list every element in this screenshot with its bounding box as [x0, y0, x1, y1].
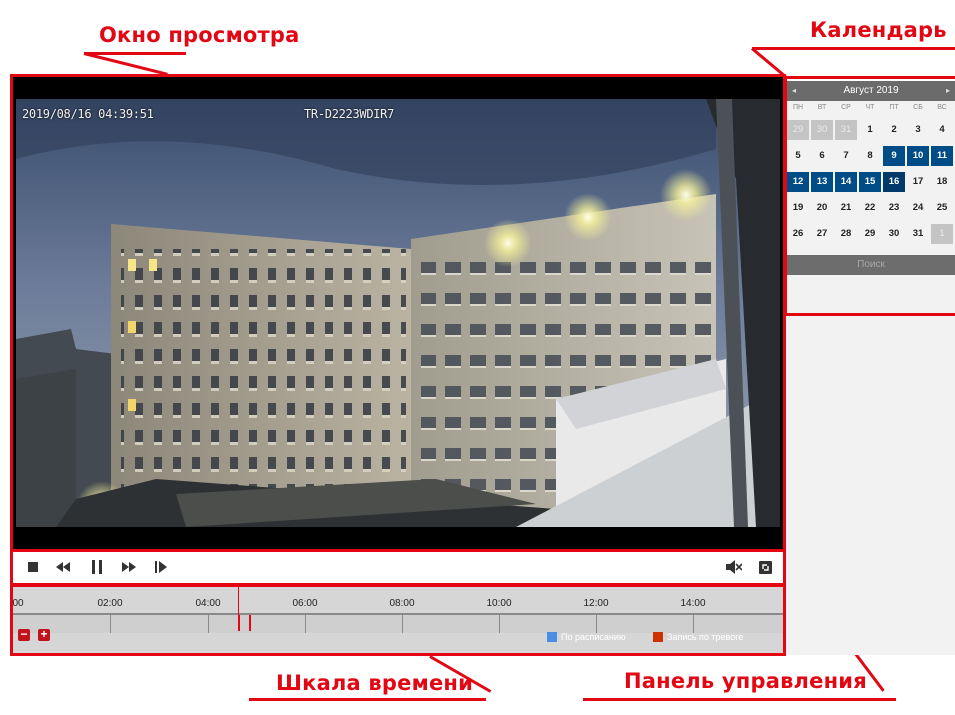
calendar-weekday: ПН — [792, 104, 804, 111]
callout-line — [751, 47, 787, 78]
calendar-day[interactable]: 26 — [787, 224, 809, 244]
calendar-day[interactable]: 19 — [787, 198, 809, 218]
calendar-day[interactable]: 11 — [931, 146, 953, 166]
track-tick — [305, 615, 306, 633]
timeline-tick-label: 04:00 — [195, 598, 221, 609]
calendar-day[interactable]: 24 — [907, 198, 929, 218]
callout-line — [249, 698, 486, 701]
side-panel — [785, 314, 955, 655]
timeline-tick-label: 00 — [12, 598, 24, 609]
calendar-day[interactable]: 30 — [811, 120, 833, 140]
calendar-day[interactable]: 12 — [787, 172, 809, 192]
callout-line — [583, 698, 896, 701]
calendar-day[interactable]: 13 — [811, 172, 833, 192]
callout-timeline: Шкала времени — [276, 671, 474, 695]
calendar-day[interactable]: 15 — [859, 172, 881, 192]
track-tick — [693, 615, 694, 633]
zoom-out-button[interactable]: − — [18, 628, 30, 641]
calendar-weekday: ЧТ — [865, 104, 875, 111]
callout-line — [83, 52, 168, 76]
calendar-day[interactable]: 29 — [787, 120, 809, 140]
rewind-icon[interactable] — [54, 558, 72, 576]
calendar-day[interactable]: 1 — [931, 224, 953, 244]
calendar-day[interactable]: 5 — [787, 146, 809, 166]
timeline-cursor[interactable] — [238, 585, 239, 631]
track-tick — [110, 615, 111, 633]
calendar-day[interactable]: 4 — [931, 120, 953, 140]
pause-icon[interactable] — [88, 558, 106, 576]
timeline-tick-label: 10:00 — [486, 598, 512, 609]
camera-scene-image — [16, 99, 780, 527]
calendar-day[interactable]: 29 — [859, 224, 881, 244]
callout-control-panel: Панель управления — [624, 669, 867, 693]
calendar-header: Август 2019 — [787, 81, 955, 101]
timeline-tick-label: 14:00 — [680, 598, 706, 609]
calendar-day[interactable]: 7 — [835, 146, 857, 166]
legend-alarm-swatch — [653, 632, 663, 642]
calendar-day[interactable]: 16 — [883, 172, 905, 192]
calendar-day[interactable]: 10 — [907, 146, 929, 166]
callout-line — [84, 52, 186, 55]
calendar-day[interactable]: 1 — [859, 120, 881, 140]
playback-controls — [12, 549, 783, 585]
calendar-day[interactable]: 17 — [907, 172, 929, 192]
search-button[interactable]: Поиск — [787, 255, 955, 275]
video-timestamp: 2019/08/16 04:39:51 — [22, 107, 154, 121]
calendar-day[interactable]: 18 — [931, 172, 953, 192]
calendar-day[interactable]: 22 — [859, 198, 881, 218]
calendar-day[interactable]: 9 — [883, 146, 905, 166]
calendar-day[interactable]: 25 — [931, 198, 953, 218]
calendar-day[interactable]: 28 — [835, 224, 857, 244]
camera-video-frame[interactable]: 2019/08/16 04:39:51 TR-D2223WDIR7 — [16, 99, 780, 527]
calendar-weekday: СБ — [913, 104, 923, 111]
callout-line — [752, 47, 955, 50]
calendar-day[interactable]: 20 — [811, 198, 833, 218]
calendar-day[interactable]: 23 — [883, 198, 905, 218]
stop-icon[interactable] — [24, 558, 42, 576]
video-viewer[interactable]: 2019/08/16 04:39:51 TR-D2223WDIR7 — [12, 77, 783, 549]
calendar-next-icon[interactable]: ▸ — [941, 81, 955, 101]
calendar-weekday: ПТ — [889, 104, 899, 111]
timeline[interactable]: 00 02:00 04:00 06:00 08:00 10:00 12:00 1… — [12, 585, 783, 655]
calendar-day[interactable]: 31 — [835, 120, 857, 140]
calendar-day[interactable]: 14 — [835, 172, 857, 192]
fullscreen-icon[interactable] — [756, 558, 774, 576]
timeline-tick-label: 12:00 — [583, 598, 609, 609]
calendar: Август 2019 ◂ ▸ ПН ВТ СР ЧТ ПТ СБ ВС 29 30 31 1 2 3 4… — [787, 81, 955, 314]
calendar-day[interactable]: 27 — [811, 224, 833, 244]
track-tick — [402, 615, 403, 633]
timeline-tick-label: 02:00 — [97, 598, 123, 609]
calendar-day[interactable]: 30 — [883, 224, 905, 244]
alarm-record-mark — [249, 615, 251, 631]
callout-calendar: Календарь — [810, 18, 947, 42]
zoom-in-button[interactable]: + — [38, 628, 50, 641]
fast-forward-icon[interactable] — [120, 558, 138, 576]
timeline-track[interactable] — [12, 613, 783, 633]
calendar-day[interactable]: 3 — [907, 120, 929, 140]
legend-alarm-label: Запись по тревоге — [667, 632, 744, 642]
calendar-weekday: ВС — [937, 104, 947, 111]
track-tick — [499, 615, 500, 633]
calendar-weekday: ВТ — [817, 104, 827, 111]
camera-name: TR-D2223WDIR7 — [304, 107, 395, 121]
timeline-tick-label: 06:00 — [292, 598, 318, 609]
calendar-day[interactable]: 2 — [883, 120, 905, 140]
mute-icon[interactable] — [725, 558, 743, 576]
calendar-month: Август 2019 — [843, 85, 899, 96]
calendar-weekday: СР — [841, 104, 851, 111]
step-forward-icon[interactable] — [152, 558, 170, 576]
legend-schedule-swatch — [547, 632, 557, 642]
timeline-tick-label: 08:00 — [389, 598, 415, 609]
track-tick — [208, 615, 209, 633]
legend-schedule-label: По расписанию — [561, 632, 626, 642]
calendar-prev-icon[interactable]: ◂ — [787, 81, 801, 101]
calendar-day[interactable]: 6 — [811, 146, 833, 166]
calendar-day[interactable]: 21 — [835, 198, 857, 218]
calendar-day[interactable]: 31 — [907, 224, 929, 244]
callout-viewer: Окно просмотра — [99, 23, 300, 47]
track-tick — [596, 615, 597, 633]
calendar-day[interactable]: 8 — [859, 146, 881, 166]
